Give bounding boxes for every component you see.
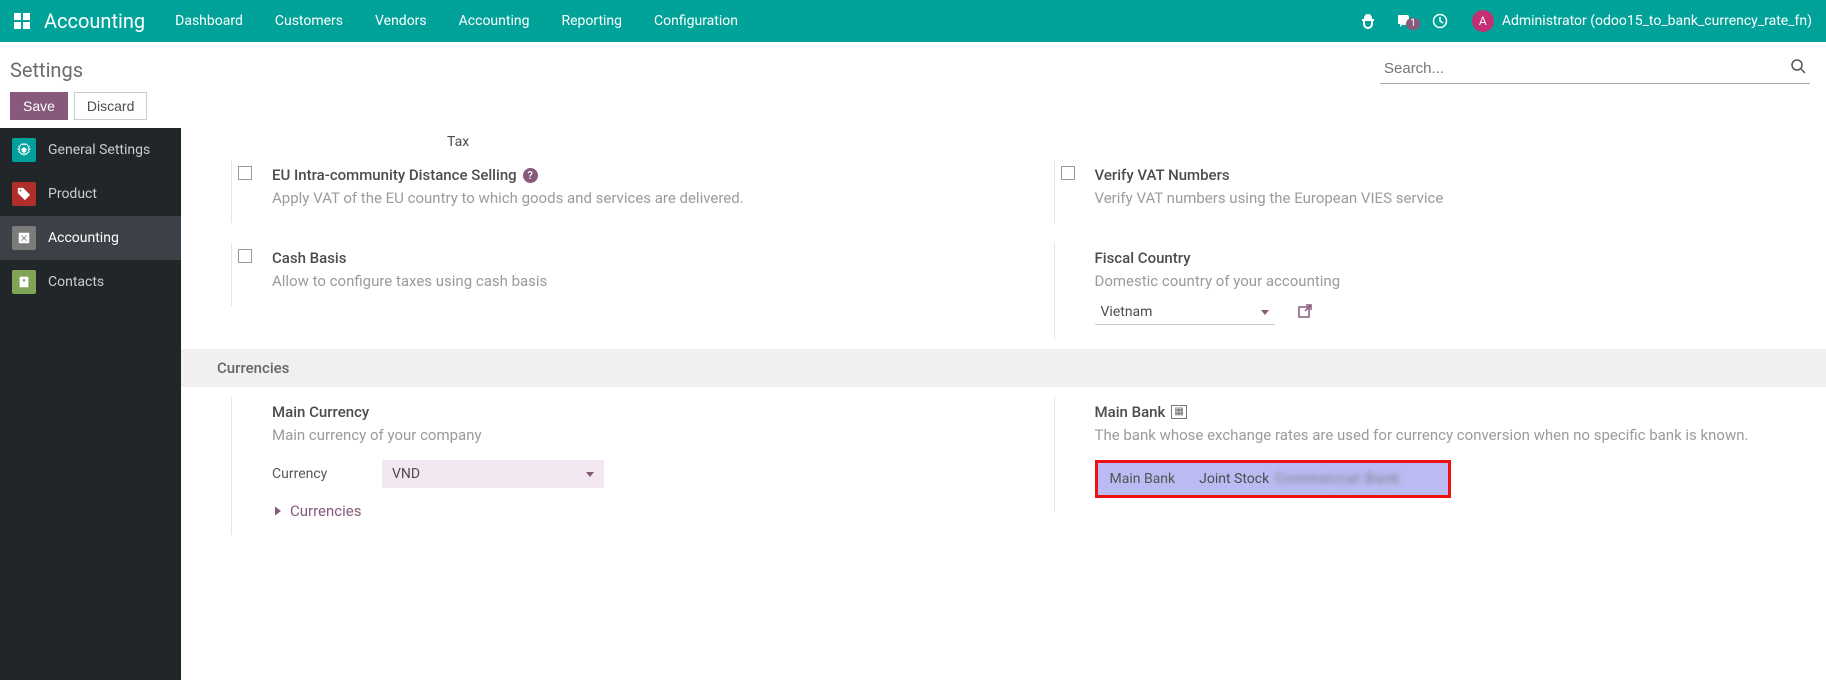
messaging-badge: 1 bbox=[1406, 18, 1420, 30]
setting-title: EU Intra-community Distance Selling bbox=[272, 166, 517, 184]
breadcrumb: Settings bbox=[10, 58, 147, 82]
fiscal-country-value: Vietnam bbox=[1101, 304, 1153, 320]
menu-dashboard[interactable]: Dashboard bbox=[159, 2, 259, 40]
currency-field-label: Currency bbox=[272, 466, 368, 482]
setting-desc: The bank whose exchange rates are used f… bbox=[1095, 425, 1749, 446]
checkbox-verify-vat[interactable] bbox=[1061, 166, 1075, 180]
menu-vendors[interactable]: Vendors bbox=[359, 2, 443, 40]
setting-desc: Apply VAT of the EU country to which goo… bbox=[272, 188, 744, 209]
currencies-link-label: Currencies bbox=[290, 502, 362, 520]
accounting-icon bbox=[12, 226, 36, 250]
messaging-icon[interactable]: 1 bbox=[1386, 13, 1422, 29]
sidebar-item-label: Accounting bbox=[48, 230, 119, 246]
main-bank-value-hidden: Commercial Bank bbox=[1275, 471, 1400, 487]
menu-configuration[interactable]: Configuration bbox=[638, 2, 754, 40]
menu-reporting[interactable]: Reporting bbox=[545, 2, 638, 40]
contacts-icon bbox=[12, 270, 36, 294]
setting-eu-distance-selling: EU Intra-community Distance Selling ? Ap… bbox=[231, 160, 984, 223]
setting-fiscal-country: Fiscal Country Domestic country of your … bbox=[1054, 243, 1807, 339]
external-link-icon[interactable] bbox=[1297, 303, 1313, 323]
menu-customers[interactable]: Customers bbox=[259, 2, 359, 40]
sidebar-item-contacts[interactable]: Contacts bbox=[0, 260, 181, 304]
discard-button[interactable]: Discard bbox=[74, 92, 147, 120]
setting-desc: Main currency of your company bbox=[272, 425, 604, 446]
setting-desc: Verify VAT numbers using the European VI… bbox=[1095, 188, 1444, 209]
control-panel: Settings Save Discard bbox=[0, 42, 1826, 128]
setting-title: Fiscal Country bbox=[1095, 249, 1191, 267]
settings-sidebar: General Settings Product Accounting Cont… bbox=[0, 128, 181, 680]
save-button[interactable]: Save bbox=[10, 92, 68, 120]
gear-icon bbox=[12, 138, 36, 162]
search-input[interactable] bbox=[1380, 54, 1810, 84]
building-icon: ▦ bbox=[1171, 405, 1186, 419]
setting-desc: Allow to configure taxes using cash basi… bbox=[272, 271, 547, 292]
sidebar-item-product[interactable]: Product bbox=[0, 172, 181, 216]
setting-title: Verify VAT Numbers bbox=[1095, 166, 1230, 184]
main-bank-value-prefix: Joint Stock bbox=[1199, 471, 1269, 487]
setting-cash-basis: Cash Basis Allow to configure taxes usin… bbox=[231, 243, 984, 306]
search-icon[interactable] bbox=[1790, 58, 1806, 78]
setting-title: Main Bank bbox=[1095, 403, 1166, 421]
search-container bbox=[1380, 54, 1810, 84]
help-icon[interactable]: ? bbox=[523, 168, 538, 183]
checkbox-eu-distance-selling[interactable] bbox=[238, 166, 252, 180]
user-menu[interactable]: A Administrator (odoo15_to_bank_currency… bbox=[1458, 10, 1826, 32]
setting-main-currency: Main Currency Main currency of your comp… bbox=[231, 397, 984, 535]
setting-main-bank: Main Bank ▦ The bank whose exchange rate… bbox=[1054, 397, 1807, 512]
top-navbar: Accounting Dashboard Customers Vendors A… bbox=[0, 0, 1826, 42]
activities-icon[interactable] bbox=[1422, 13, 1458, 29]
sidebar-item-general-settings[interactable]: General Settings bbox=[0, 128, 181, 172]
chevron-down-icon bbox=[1261, 310, 1269, 315]
section-currencies: Currencies bbox=[181, 349, 1826, 387]
user-label: Administrator (odoo15_to_bank_currency_r… bbox=[1502, 13, 1812, 29]
setting-title: Main Currency bbox=[272, 403, 369, 421]
settings-content: Tax EU Intra-community Distance Selling … bbox=[181, 128, 1826, 680]
main-bank-select[interactable]: Joint Stock Commercial Bank bbox=[1199, 471, 1400, 487]
sidebar-item-accounting[interactable]: Accounting bbox=[0, 216, 181, 260]
main-bank-highlight: Main Bank Joint Stock Commercial Bank bbox=[1095, 460, 1451, 498]
sidebar-item-label: Contacts bbox=[48, 274, 104, 290]
setting-title: Cash Basis bbox=[272, 249, 346, 267]
debug-icon[interactable] bbox=[1350, 13, 1386, 29]
setting-desc: Domestic country of your accounting bbox=[1095, 271, 1341, 292]
avatar: A bbox=[1472, 10, 1494, 32]
currency-select[interactable]: VND bbox=[382, 460, 604, 488]
tax-label: Tax bbox=[447, 134, 469, 150]
fiscal-country-select[interactable]: Vietnam bbox=[1095, 300, 1275, 325]
setting-verify-vat: Verify VAT Numbers Verify VAT numbers us… bbox=[1054, 160, 1807, 223]
chevron-down-icon bbox=[586, 472, 594, 477]
menu-accounting[interactable]: Accounting bbox=[443, 2, 546, 40]
sidebar-item-label: General Settings bbox=[48, 142, 150, 158]
main-bank-field-label: Main Bank bbox=[1110, 471, 1176, 487]
checkbox-cash-basis[interactable] bbox=[238, 249, 252, 263]
currency-value: VND bbox=[392, 466, 420, 482]
tag-icon bbox=[12, 182, 36, 206]
app-title[interactable]: Accounting bbox=[44, 9, 159, 33]
sidebar-item-label: Product bbox=[48, 186, 97, 202]
main-menu: Dashboard Customers Vendors Accounting R… bbox=[159, 2, 754, 40]
currencies-link[interactable]: Currencies bbox=[272, 502, 362, 520]
apps-icon[interactable] bbox=[0, 13, 44, 29]
main-area: General Settings Product Accounting Cont… bbox=[0, 128, 1826, 680]
